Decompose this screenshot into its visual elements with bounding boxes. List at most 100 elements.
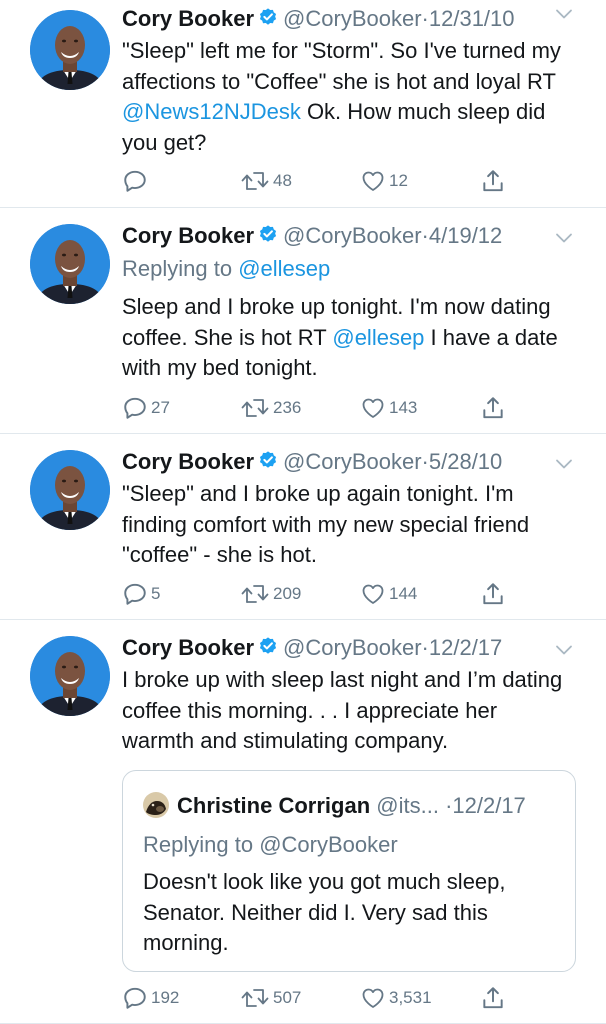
mention-link[interactable]: @News12NJDesk [122, 99, 301, 124]
tweet-date[interactable]: 4/19/12 [429, 223, 502, 248]
like-button[interactable]: 144 [360, 580, 417, 606]
reply-icon [122, 395, 148, 421]
reply-count: 192 [151, 987, 180, 1007]
author-handle[interactable]: @CoryBooker [283, 449, 422, 474]
tweet-2[interactable]: Cory Booker @CoryBooker·4/19/12 Replying … [0, 208, 606, 434]
quoted-avatar [143, 792, 169, 818]
replying-to-handle[interactable]: @ellesep [238, 256, 330, 281]
quoted-tweet[interactable]: Christine Corrigan @its... ·12/2/17 Repl… [122, 770, 576, 972]
reply-icon [122, 985, 148, 1011]
avatar[interactable] [30, 636, 110, 716]
retweet-button[interactable]: 507 [240, 984, 301, 1010]
tweet-text-part: "Sleep" left me for "Storm". So I've tur… [122, 38, 561, 94]
action-bar: 48 12 [122, 167, 590, 193]
mention-link[interactable]: @ellesep [332, 325, 424, 350]
separator-dot: · [421, 223, 429, 248]
share-icon [480, 395, 506, 421]
quoted-author-name: Christine Corrigan [177, 793, 371, 818]
heart-icon [360, 168, 386, 194]
retweet-button[interactable]: 48 [240, 167, 292, 193]
verified-badge-icon [257, 224, 279, 246]
tweet-date[interactable]: 12/2/17 [429, 635, 502, 660]
replying-to-handle: @CoryBooker [259, 832, 398, 857]
retweet-icon [240, 985, 270, 1011]
chevron-down-icon[interactable] [554, 231, 574, 245]
action-bar: 27 236 143 [122, 394, 590, 420]
replying-to-label: Replying to [143, 832, 260, 857]
share-icon [480, 168, 506, 194]
replying-to-label: Replying to [122, 256, 239, 281]
heart-icon [360, 395, 386, 421]
heart-icon [360, 581, 386, 607]
share-button[interactable] [480, 394, 506, 420]
separator-dot: · [421, 449, 429, 474]
tweet-header: Cory Booker @CoryBooker·12/2/17 [122, 633, 590, 663]
author-name[interactable]: Cory Booker [122, 223, 254, 248]
reply-count: 27 [151, 397, 170, 417]
author-handle[interactable]: @CoryBooker [283, 6, 422, 31]
reply-icon [122, 168, 148, 194]
separator-dot: · [421, 6, 429, 31]
reply-button[interactable]: 192 [122, 984, 179, 1010]
separator-dot: · [421, 635, 429, 660]
retweet-icon [240, 395, 270, 421]
retweet-count: 507 [273, 987, 302, 1007]
retweet-icon [240, 581, 270, 607]
tweet-text: I broke up with sleep last night and I’m… [122, 667, 563, 753]
tweet-date[interactable]: 5/28/10 [429, 449, 502, 474]
reply-button[interactable]: 5 [122, 580, 160, 606]
replying-to: Replying to @ellesep [122, 254, 330, 284]
chevron-down-icon[interactable] [554, 7, 574, 21]
tweet-date[interactable]: 12/31/10 [429, 6, 515, 31]
share-button[interactable] [480, 167, 506, 193]
quoted-author-handle: @its... [376, 793, 439, 818]
author-handle[interactable]: @CoryBooker [283, 223, 422, 248]
chevron-down-icon[interactable] [554, 643, 574, 657]
like-count: 144 [389, 583, 418, 603]
like-button[interactable]: 143 [360, 394, 417, 420]
action-bar: 5 209 144 [122, 580, 590, 606]
avatar[interactable] [30, 224, 110, 304]
quoted-tweet-text: Doesn't look like you got much sleep, Se… [143, 869, 506, 955]
reply-icon [122, 581, 148, 607]
like-count: 3,531 [389, 987, 432, 1007]
tweet-1[interactable]: Cory Booker @CoryBooker·12/31/10 "Sleep" … [0, 0, 606, 208]
tweet-4[interactable]: Cory Booker @CoryBooker·12/2/17 I broke u… [0, 620, 606, 1024]
action-bar: 192 507 3,531 [122, 984, 590, 1010]
like-count: 12 [389, 170, 408, 190]
chevron-down-icon[interactable] [554, 457, 574, 471]
avatar[interactable] [30, 450, 110, 530]
like-button[interactable]: 3,531 [360, 984, 432, 1010]
share-button[interactable] [480, 580, 506, 606]
retweet-button[interactable]: 236 [240, 394, 301, 420]
quoted-tweet-date: 12/2/17 [452, 793, 526, 818]
reply-button[interactable] [122, 167, 151, 193]
tweet-header: Cory Booker @CoryBooker·12/31/10 [122, 4, 590, 34]
retweet-count: 236 [273, 397, 302, 417]
share-icon [480, 581, 506, 607]
heart-icon [360, 985, 386, 1011]
verified-badge-icon [257, 7, 279, 29]
like-button[interactable]: 12 [360, 167, 408, 193]
retweet-button[interactable]: 209 [240, 580, 301, 606]
reply-count: 5 [151, 583, 161, 603]
tweet-text: Sleep and I broke up tonight. I'm now da… [122, 292, 570, 384]
tweet-header: Cory Booker @CoryBooker·5/28/10 [122, 447, 590, 477]
tweet-text: "Sleep" left me for "Storm". So I've tur… [122, 36, 570, 158]
avatar[interactable] [30, 10, 110, 90]
reply-button[interactable]: 27 [122, 394, 170, 420]
retweet-count: 48 [273, 170, 292, 190]
quoted-tweet-header: Christine Corrigan @its... ·12/2/17 [143, 791, 565, 821]
tweet-header: Cory Booker @CoryBooker·4/19/12 [122, 221, 590, 251]
retweet-icon [240, 168, 270, 194]
author-name[interactable]: Cory Booker [122, 6, 254, 31]
tweet-3[interactable]: Cory Booker @CoryBooker·5/28/10 "Sleep" a… [0, 434, 606, 620]
retweet-count: 209 [273, 583, 302, 603]
tweet-text: "Sleep" and I broke up again tonight. I'… [122, 481, 530, 567]
author-name[interactable]: Cory Booker [122, 635, 254, 660]
share-button[interactable] [480, 984, 506, 1010]
author-name[interactable]: Cory Booker [122, 449, 254, 474]
like-count: 143 [389, 397, 418, 417]
author-handle[interactable]: @CoryBooker [283, 635, 422, 660]
verified-badge-icon [257, 636, 279, 658]
